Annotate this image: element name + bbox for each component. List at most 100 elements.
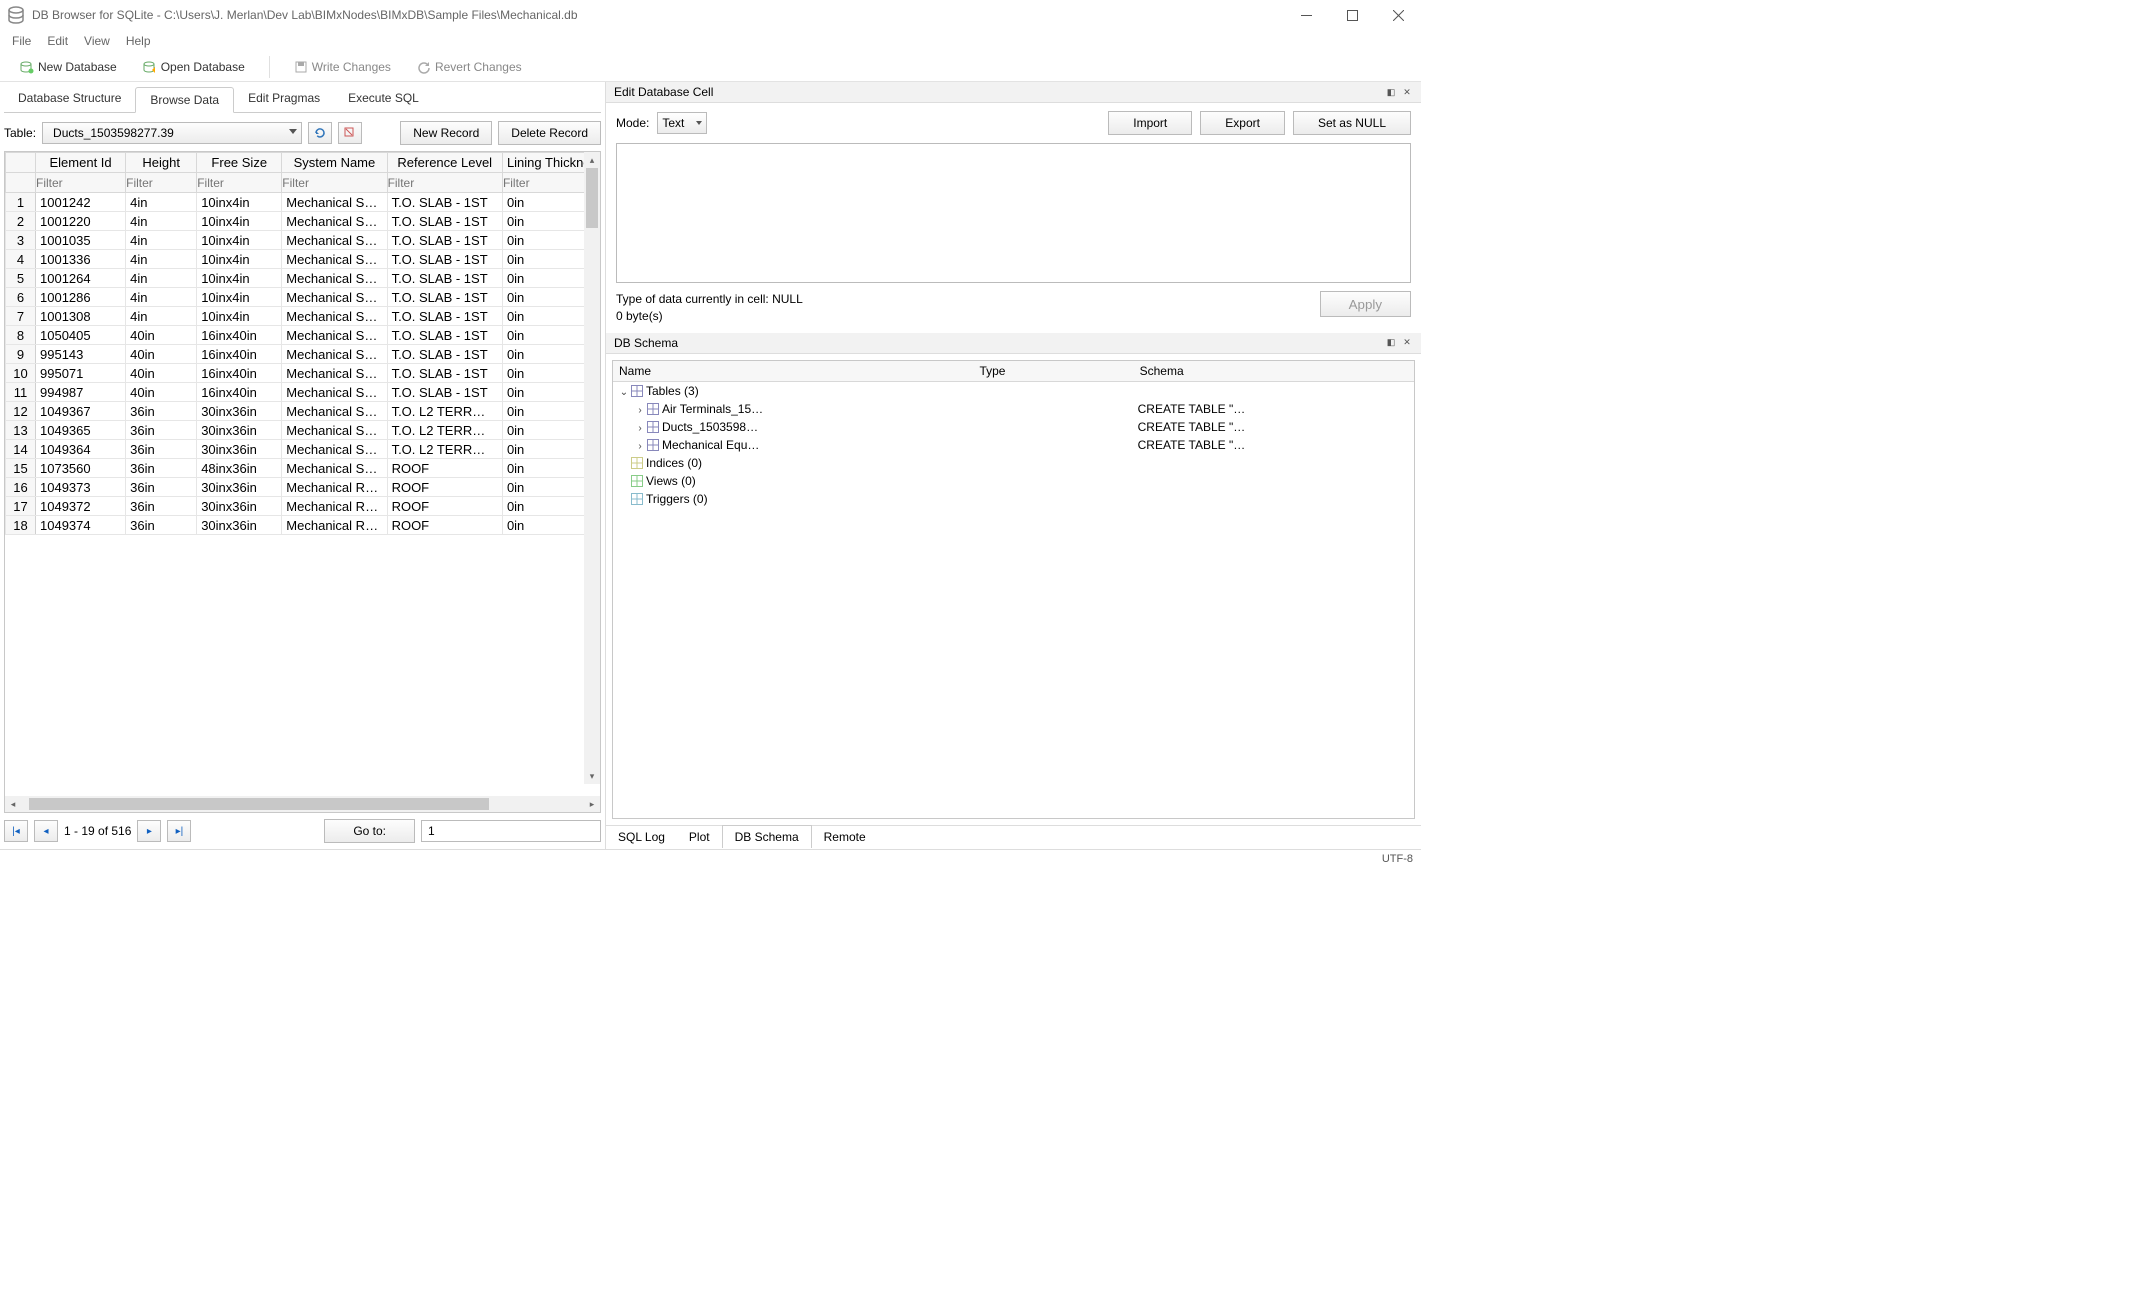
cell[interactable]: 1049374 — [36, 516, 126, 535]
set-null-button[interactable]: Set as NULL — [1293, 111, 1411, 135]
cell[interactable]: 10inx4in — [197, 250, 282, 269]
cell[interactable]: ROOF — [387, 497, 502, 516]
hscroll-thumb[interactable] — [29, 798, 489, 810]
cell[interactable]: Mechanical Su… — [282, 402, 387, 421]
scroll-down-icon[interactable]: ▾ — [584, 768, 600, 784]
cell[interactable]: 10inx4in — [197, 212, 282, 231]
cell[interactable]: T.O. L2 TERR… — [387, 421, 502, 440]
cell[interactable]: T.O. SLAB - 1ST — [387, 288, 502, 307]
cell[interactable]: 1001336 — [36, 250, 126, 269]
cell[interactable]: 36in — [126, 459, 197, 478]
cell[interactable]: 4in — [126, 269, 197, 288]
cell[interactable]: 30inx36in — [197, 421, 282, 440]
cell[interactable]: 16inx40in — [197, 364, 282, 383]
cell[interactable]: 30inx36in — [197, 497, 282, 516]
tab-browse-data[interactable]: Browse Data — [135, 87, 234, 113]
cell[interactable]: 1049365 — [36, 421, 126, 440]
scroll-left-icon[interactable]: ◂ — [5, 796, 21, 812]
goto-button[interactable]: Go to: — [324, 819, 415, 843]
cell[interactable]: Mechanical Su… — [282, 269, 387, 288]
export-button[interactable]: Export — [1200, 111, 1285, 135]
cell[interactable]: Mechanical Su… — [282, 212, 387, 231]
menu-file[interactable]: File — [6, 32, 37, 50]
cell[interactable]: 36in — [126, 497, 197, 516]
maximize-button[interactable] — [1329, 0, 1375, 30]
table-row[interactable]: 710013084in10inx4inMechanical Su…T.O. SL… — [6, 307, 600, 326]
import-button[interactable]: Import — [1108, 111, 1192, 135]
cell[interactable]: 40in — [126, 326, 197, 345]
cell[interactable]: Mechanical Re… — [282, 516, 387, 535]
cell[interactable]: Mechanical Su… — [282, 459, 387, 478]
cell[interactable]: 1001220 — [36, 212, 126, 231]
schema-row[interactable]: Indices (0) — [613, 454, 1414, 472]
cell[interactable]: 4in — [126, 231, 197, 250]
cell[interactable]: ROOF — [387, 459, 502, 478]
table-row[interactable]: 210012204in10inx4inMechanical Su…T.O. SL… — [6, 212, 600, 231]
tree-toggle-icon[interactable]: › — [635, 423, 645, 434]
schema-row[interactable]: Views (0) — [613, 472, 1414, 490]
cell[interactable]: Mechanical Su… — [282, 326, 387, 345]
table-row[interactable]: 17104937236in30inx36inMechanical Re…ROOF… — [6, 497, 600, 516]
cell[interactable]: 4in — [126, 288, 197, 307]
table-row[interactable]: 510012644in10inx4inMechanical Su…T.O. SL… — [6, 269, 600, 288]
cell[interactable]: 30inx36in — [197, 402, 282, 421]
cell[interactable]: T.O. SLAB - 1ST — [387, 383, 502, 402]
btab-remote[interactable]: Remote — [812, 826, 878, 849]
schema-col-schema[interactable]: Schema — [1134, 361, 1414, 382]
cell[interactable]: 1001286 — [36, 288, 126, 307]
filter-input[interactable] — [282, 176, 386, 190]
cell[interactable]: T.O. SLAB - 1ST — [387, 250, 502, 269]
btab-plot[interactable]: Plot — [677, 826, 722, 849]
prev-page-button[interactable]: ◂ — [34, 820, 58, 842]
table-row[interactable]: 410013364in10inx4inMechanical Su…T.O. SL… — [6, 250, 600, 269]
cell[interactable]: 1001242 — [36, 193, 126, 212]
cell[interactable]: 36in — [126, 516, 197, 535]
cell[interactable]: 40in — [126, 364, 197, 383]
cell[interactable]: Mechanical Re… — [282, 478, 387, 497]
cell[interactable]: T.O. SLAB - 1ST — [387, 231, 502, 250]
filter-input[interactable] — [126, 176, 196, 190]
cell[interactable]: Mechanical Su… — [282, 288, 387, 307]
cell[interactable]: 48inx36in — [197, 459, 282, 478]
cell[interactable]: ROOF — [387, 516, 502, 535]
cell[interactable]: T.O. L2 TERR… — [387, 440, 502, 459]
column-header[interactable]: Reference Level — [387, 153, 502, 173]
scroll-right-icon[interactable]: ▸ — [584, 796, 600, 812]
next-page-button[interactable]: ▸ — [137, 820, 161, 842]
clear-filters-button[interactable] — [338, 122, 362, 144]
first-page-button[interactable]: |◂ — [4, 820, 28, 842]
cell[interactable]: 1049373 — [36, 478, 126, 497]
cell[interactable]: 30inx36in — [197, 516, 282, 535]
column-header[interactable]: Height — [126, 153, 197, 173]
cell[interactable]: 1050405 — [36, 326, 126, 345]
revert-changes-button[interactable]: Revert Changes — [407, 57, 532, 77]
cell[interactable]: 1049367 — [36, 402, 126, 421]
cell[interactable]: 994987 — [36, 383, 126, 402]
table-row[interactable]: 15107356036in48inx36inMechanical Su…ROOF… — [6, 459, 600, 478]
cell[interactable]: 16inx40in — [197, 345, 282, 364]
tab-execute-sql[interactable]: Execute SQL — [334, 86, 433, 112]
cell[interactable]: 4in — [126, 250, 197, 269]
cell[interactable]: 1001264 — [36, 269, 126, 288]
table-row[interactable]: 610012864in10inx4inMechanical Su…T.O. SL… — [6, 288, 600, 307]
new-record-button[interactable]: New Record — [400, 121, 492, 145]
goto-input[interactable] — [421, 820, 601, 842]
schema-col-type[interactable]: Type — [973, 361, 1133, 382]
cell[interactable]: Mechanical Su… — [282, 250, 387, 269]
cell[interactable]: 995143 — [36, 345, 126, 364]
cell[interactable]: 36in — [126, 402, 197, 421]
tree-toggle-icon[interactable]: ⌄ — [619, 387, 629, 398]
cell[interactable]: 4in — [126, 193, 197, 212]
cell[interactable]: 36in — [126, 440, 197, 459]
cell[interactable]: 40in — [126, 345, 197, 364]
cell[interactable]: 1073560 — [36, 459, 126, 478]
cell-editor[interactable] — [616, 143, 1411, 283]
cell[interactable]: Mechanical Su… — [282, 421, 387, 440]
table-selector[interactable]: Ducts_1503598277.39 — [42, 122, 302, 144]
tree-toggle-icon[interactable]: › — [635, 441, 645, 452]
menu-help[interactable]: Help — [120, 32, 157, 50]
data-table[interactable]: Element IdHeightFree SizeSystem NameRefe… — [5, 152, 600, 535]
table-row[interactable]: 18104937436in30inx36inMechanical Re…ROOF… — [6, 516, 600, 535]
cell[interactable]: Mechanical Su… — [282, 440, 387, 459]
cell[interactable]: 10inx4in — [197, 193, 282, 212]
